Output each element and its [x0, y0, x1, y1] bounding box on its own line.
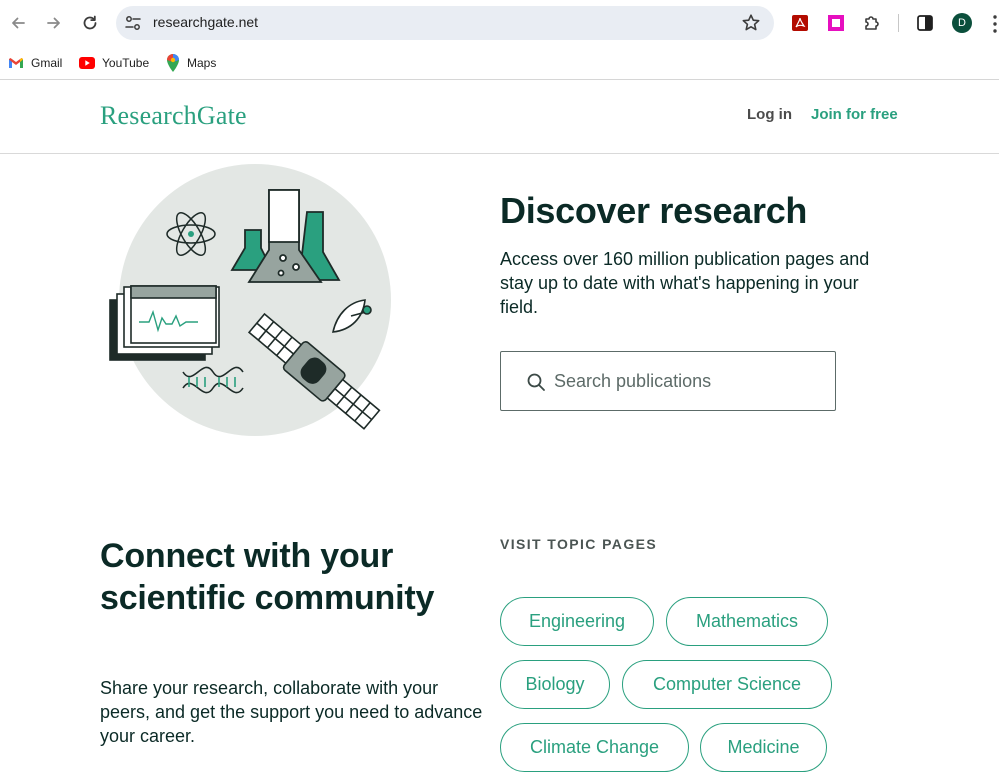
search-input[interactable] — [554, 364, 824, 398]
bookmark-maps[interactable]: Maps — [166, 53, 216, 73]
bookmark-star-icon[interactable] — [741, 13, 761, 33]
url-text[interactable]: researchgate.net — [153, 14, 258, 30]
address-bar[interactable]: researchgate.net — [116, 6, 774, 40]
reload-icon[interactable] — [78, 11, 102, 35]
bookmark-gmail[interactable]: Gmail — [8, 53, 62, 73]
pdf-extension-icon[interactable] — [789, 12, 811, 34]
site-info-icon[interactable] — [124, 14, 142, 32]
bookmark-youtube[interactable]: YouTube — [79, 53, 149, 73]
hero-title: Discover research — [500, 190, 808, 231]
extensions-puzzle-icon[interactable] — [861, 12, 883, 34]
community-subtitle: Share your research, collaborate with yo… — [100, 678, 483, 746]
login-link[interactable]: Log in — [747, 106, 792, 123]
search-icon — [527, 373, 545, 391]
topic-chip-mathematics[interactable]: Mathematics — [666, 597, 828, 646]
topic-chip-climate-change[interactable]: Climate Change — [500, 723, 689, 772]
menu-kebab-icon[interactable] — [992, 14, 998, 34]
forward-icon[interactable] — [42, 11, 66, 35]
monitor-windows-icon — [109, 285, 220, 361]
bookmark-label: YouTube — [102, 56, 150, 70]
bookmark-label: Gmail — [31, 56, 63, 70]
topic-chip-computer-science[interactable]: Computer Science — [622, 660, 832, 709]
toolbar-divider — [898, 14, 899, 32]
hero-subtitle: Access over 160 million publication page… — [500, 249, 870, 317]
site-header: ResearchGate Log in Join for free — [0, 81, 999, 154]
search-publications-box[interactable] — [500, 351, 836, 411]
back-icon[interactable] — [6, 11, 30, 35]
maps-icon — [167, 54, 179, 72]
join-for-free-link[interactable]: Join for free — [811, 106, 898, 123]
pink-square-extension-icon[interactable] — [825, 12, 847, 34]
youtube-icon — [79, 57, 95, 69]
topics-heading: VISIT TOPIC PAGES — [500, 536, 658, 552]
topic-chip-engineering[interactable]: Engineering — [500, 597, 654, 646]
bookmark-label: Maps — [187, 56, 217, 70]
researchgate-logo[interactable]: ResearchGate — [100, 101, 247, 131]
science-illustration — [109, 164, 391, 436]
profile-avatar[interactable]: D — [952, 13, 972, 33]
community-title: Connect with your scientific community — [100, 537, 435, 617]
topic-chip-medicine[interactable]: Medicine — [700, 723, 827, 772]
topic-chip-biology[interactable]: Biology — [500, 660, 610, 709]
browser-toolbar: researchgate.net D — [0, 0, 999, 46]
gmail-icon — [9, 58, 23, 68]
bookmarks-bar: Gmail YouTube Maps — [0, 46, 999, 80]
side-panel-icon[interactable] — [914, 12, 936, 34]
